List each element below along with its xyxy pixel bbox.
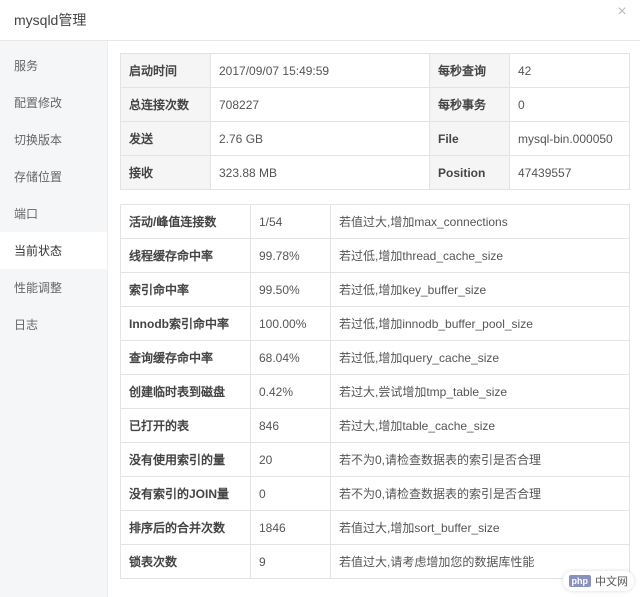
metric-hint: 若过低,增加key_buffer_size	[331, 273, 630, 307]
metric-label: 线程缓存命中率	[121, 239, 251, 273]
metric-hint: 若过大,增加table_cache_size	[331, 409, 630, 443]
metric-label: 锁表次数	[121, 545, 251, 579]
table-row: 线程缓存命中率99.78%若过低,增加thread_cache_size	[121, 239, 630, 273]
summary-table: 启动时间 2017/09/07 15:49:59 每秒查询 42 总连接次数 7…	[120, 53, 630, 190]
sidebar-item-version[interactable]: 切换版本	[0, 121, 107, 158]
summary-key: 每秒事务	[430, 88, 510, 122]
metric-value: 1/54	[251, 205, 331, 239]
sidebar-item-log[interactable]: 日志	[0, 306, 107, 343]
summary-val: 42	[510, 54, 630, 88]
summary-key: 发送	[121, 122, 211, 156]
summary-key: File	[430, 122, 510, 156]
content: 启动时间 2017/09/07 15:49:59 每秒查询 42 总连接次数 7…	[108, 41, 640, 597]
metric-label: Innodb索引命中率	[121, 307, 251, 341]
close-icon[interactable]: ×	[612, 2, 632, 22]
metric-hint: 若过大,尝试增加tmp_table_size	[331, 375, 630, 409]
summary-key: 总连接次数	[121, 88, 211, 122]
summary-val: 0	[510, 88, 630, 122]
table-row: Innodb索引命中率100.00%若过低,增加innodb_buffer_po…	[121, 307, 630, 341]
metric-label: 排序后的合并次数	[121, 511, 251, 545]
metric-value: 0.42%	[251, 375, 331, 409]
metrics-table: 活动/峰值连接数1/54若值过大,增加max_connections线程缓存命中…	[120, 204, 630, 579]
metric-hint: 若不为0,请检查数据表的索引是否合理	[331, 477, 630, 511]
metric-label: 索引命中率	[121, 273, 251, 307]
metric-label: 活动/峰值连接数	[121, 205, 251, 239]
metric-value: 99.50%	[251, 273, 331, 307]
page-title: mysqld管理	[14, 12, 86, 28]
summary-val: 323.88 MB	[211, 156, 430, 190]
metric-label: 创建临时表到磁盘	[121, 375, 251, 409]
table-row: 接收 323.88 MB Position 47439557	[121, 156, 630, 190]
summary-key: 启动时间	[121, 54, 211, 88]
title-bar: mysqld管理 ×	[0, 0, 640, 41]
table-row: 索引命中率99.50%若过低,增加key_buffer_size	[121, 273, 630, 307]
summary-val: 47439557	[510, 156, 630, 190]
table-row: 没有索引的JOIN量0若不为0,请检查数据表的索引是否合理	[121, 477, 630, 511]
metric-hint: 若值过大,增加max_connections	[331, 205, 630, 239]
metric-hint: 若值过大,增加sort_buffer_size	[331, 511, 630, 545]
metric-label: 已打开的表	[121, 409, 251, 443]
watermark-badge: php 中文网	[563, 571, 635, 591]
sidebar-item-performance[interactable]: 性能调整	[0, 269, 107, 306]
table-row: 总连接次数 708227 每秒事务 0	[121, 88, 630, 122]
table-row: 查询缓存命中率68.04%若过低,增加query_cache_size	[121, 341, 630, 375]
metric-label: 查询缓存命中率	[121, 341, 251, 375]
metric-hint: 若过低,增加thread_cache_size	[331, 239, 630, 273]
metric-value: 846	[251, 409, 331, 443]
metric-label: 没有使用索引的量	[121, 443, 251, 477]
sidebar-item-port[interactable]: 端口	[0, 195, 107, 232]
layout: 服务 配置修改 切换版本 存储位置 端口 当前状态 性能调整 日志 启动时间 2…	[0, 41, 640, 597]
sidebar-item-config[interactable]: 配置修改	[0, 84, 107, 121]
metric-value: 1846	[251, 511, 331, 545]
table-row: 没有使用索引的量20若不为0,请检查数据表的索引是否合理	[121, 443, 630, 477]
metric-value: 99.78%	[251, 239, 331, 273]
table-row: 锁表次数9若值过大,请考虑增加您的数据库性能	[121, 545, 630, 579]
metric-value: 100.00%	[251, 307, 331, 341]
metric-hint: 若过低,增加innodb_buffer_pool_size	[331, 307, 630, 341]
metric-hint: 若过低,增加query_cache_size	[331, 341, 630, 375]
summary-val: 2.76 GB	[211, 122, 430, 156]
php-logo-icon: php	[569, 575, 592, 587]
summary-key: 接收	[121, 156, 211, 190]
sidebar-item-service[interactable]: 服务	[0, 47, 107, 84]
summary-val: mysql-bin.000050	[510, 122, 630, 156]
metric-value: 20	[251, 443, 331, 477]
metric-value: 68.04%	[251, 341, 331, 375]
metric-hint: 若不为0,请检查数据表的索引是否合理	[331, 443, 630, 477]
sidebar-item-storage[interactable]: 存储位置	[0, 158, 107, 195]
metric-label: 没有索引的JOIN量	[121, 477, 251, 511]
sidebar-item-status[interactable]: 当前状态	[0, 232, 107, 269]
summary-val: 2017/09/07 15:49:59	[211, 54, 430, 88]
metric-value: 0	[251, 477, 331, 511]
summary-val: 708227	[211, 88, 430, 122]
table-row: 发送 2.76 GB File mysql-bin.000050	[121, 122, 630, 156]
table-row: 排序后的合并次数1846若值过大,增加sort_buffer_size	[121, 511, 630, 545]
summary-key: 每秒查询	[430, 54, 510, 88]
table-row: 活动/峰值连接数1/54若值过大,增加max_connections	[121, 205, 630, 239]
watermark-text: 中文网	[595, 573, 628, 589]
table-row: 启动时间 2017/09/07 15:49:59 每秒查询 42	[121, 54, 630, 88]
sidebar: 服务 配置修改 切换版本 存储位置 端口 当前状态 性能调整 日志	[0, 41, 108, 597]
table-row: 创建临时表到磁盘0.42%若过大,尝试增加tmp_table_size	[121, 375, 630, 409]
table-row: 已打开的表846若过大,增加table_cache_size	[121, 409, 630, 443]
metric-value: 9	[251, 545, 331, 579]
summary-key: Position	[430, 156, 510, 190]
